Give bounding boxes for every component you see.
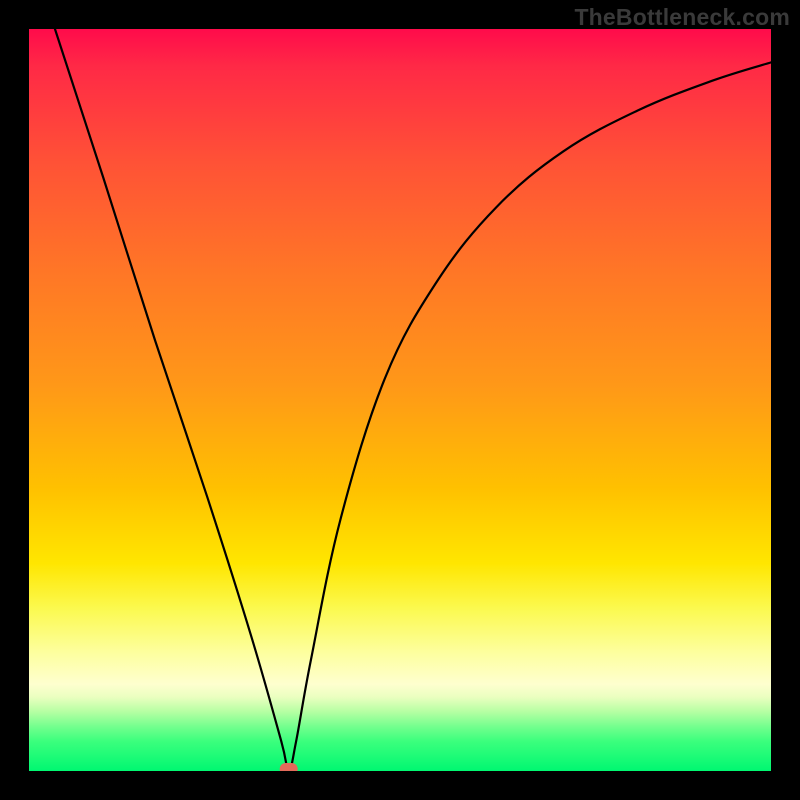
watermark-label: TheBottleneck.com [574,4,790,31]
outer-frame: TheBottleneck.com [0,0,800,800]
curve-path [29,29,771,771]
bottleneck-curve [29,29,771,771]
marker-icon [280,763,298,771]
plot-area [29,29,771,771]
